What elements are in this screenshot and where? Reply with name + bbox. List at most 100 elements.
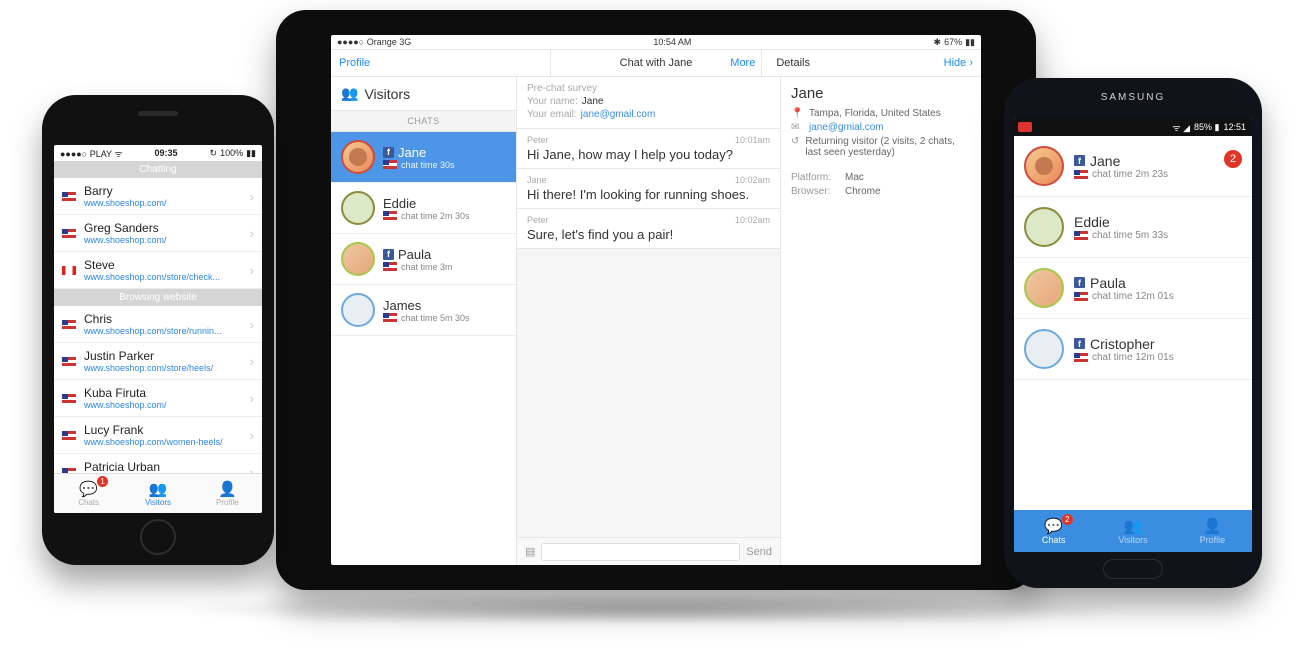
flag-icon <box>1074 353 1088 362</box>
hide-button[interactable]: Hide › <box>944 57 973 69</box>
android-tab-bar: 💬 2 Chats 👥 Visitors 👤 Profile <box>1014 510 1252 552</box>
message-from: Jane <box>527 175 547 185</box>
visitor-name: Lucy Frank <box>84 423 242 437</box>
visitors-title: Visitors <box>364 86 410 102</box>
flag-icon <box>62 229 76 238</box>
chevron-right-icon: › <box>250 391 254 406</box>
flag-icon <box>62 192 76 201</box>
visitor-url: www.shoeshop.com/store/runnin... <box>84 326 242 336</box>
message-input[interactable] <box>541 543 740 561</box>
visitor-row[interactable]: Justin Parker www.shoeshop.com/store/hee… <box>54 343 262 380</box>
message-input-bar: ▤ Send <box>517 537 780 565</box>
visitor-url: www.shoeshop.com/ <box>84 400 242 410</box>
chevron-right-icon: › <box>250 263 254 278</box>
facebook-icon: f <box>383 249 394 260</box>
profile-button[interactable]: Profile <box>339 57 370 69</box>
chevron-right-icon: › <box>250 317 254 332</box>
chat-subtitle: chat time 12m 01s <box>1074 352 1174 363</box>
visitor-row[interactable]: Patricia Urban www.shoeshop.com › <box>54 454 262 473</box>
tab-profile-label: Profile <box>216 498 239 507</box>
visitor-row[interactable]: Barry www.shoeshop.com/ › <box>54 178 262 215</box>
survey-name-value: Jane <box>582 96 604 107</box>
iphone-screen: ●●●●○ PLAY ᯤ 09:35 ↻ 100% ▮▮ Chatting Ba… <box>54 145 262 513</box>
chevron-right-icon: › <box>250 354 254 369</box>
visitor-name: Justin Parker <box>84 349 242 363</box>
chat-subtitle: chat time 2m 23s <box>1074 169 1168 180</box>
send-button[interactable]: Send <box>746 546 772 558</box>
avatar <box>1024 146 1064 186</box>
android-chat-list[interactable]: fJane chat time 2m 23s 2 Eddie chat time… <box>1014 136 1252 510</box>
facebook-icon: f <box>1074 155 1085 166</box>
chat-icon: 💬 <box>79 480 98 498</box>
profile-icon: 👤 <box>1203 517 1222 535</box>
iphone-list[interactable]: Chatting Barry www.shoeshop.com/ › Greg … <box>54 161 262 473</box>
flag-icon <box>62 468 76 474</box>
chat-item[interactable]: fCristopher chat time 12m 01s <box>1014 319 1252 380</box>
chat-item[interactable]: Eddie chat time 5m 33s <box>1014 197 1252 258</box>
visitor-row[interactable]: Steve www.shoeshop.com/store/check... › <box>54 252 262 289</box>
message-text: Hi Jane, how may I help you today? <box>527 145 770 162</box>
survey-email-value[interactable]: jane@gmail.com <box>581 109 656 120</box>
status-carrier: ●●●●○ PLAY ᯤ <box>60 147 123 160</box>
unread-badge: 2 <box>1224 150 1242 168</box>
tab-visitors-label: Visitors <box>1118 535 1147 545</box>
chat-name: James <box>383 298 506 313</box>
visitors-icon: 👥 <box>341 85 358 102</box>
tab-visitors-label: Visitors <box>145 498 171 507</box>
survey-name-label: Your name: <box>527 96 578 107</box>
chat-name: fJane <box>1074 153 1168 169</box>
message: Peter10:02am Sure, let's find you a pair… <box>517 209 780 249</box>
visitor-row[interactable]: Lucy Frank www.shoeshop.com/women-heels/… <box>54 417 262 454</box>
drop-shadow <box>30 596 1270 622</box>
tab-visitors[interactable]: 👥 Visitors <box>123 474 192 513</box>
facebook-icon: f <box>1074 277 1085 288</box>
visitor-name: Kuba Firuta <box>84 386 242 400</box>
visitor-url: www.shoeshop.com/ <box>84 198 242 208</box>
chat-item[interactable]: fPaula chat time 12m 01s <box>1014 258 1252 319</box>
platform-label: Platform: <box>791 172 839 183</box>
chat-subtitle: chat time 12m 01s <box>1074 291 1174 302</box>
chat-subtitle: chat time 5m 30s <box>383 313 506 323</box>
details-column: Jane 📍Tampa, Florida, United States ✉jan… <box>781 77 981 565</box>
detail-email[interactable]: jane@gmial.com <box>809 122 884 133</box>
more-button[interactable]: More <box>730 57 755 69</box>
avatar <box>1024 268 1064 308</box>
details-label: Details <box>776 57 810 69</box>
flag-icon <box>1074 292 1088 301</box>
attachment-icon[interactable]: ▤ <box>525 545 535 558</box>
chat-item[interactable]: Eddie chat time 2m 30s <box>331 183 516 234</box>
message-time: 10:02am <box>735 175 770 185</box>
tab-chats-label: Chats <box>78 498 99 507</box>
chat-name: fJane <box>383 145 506 160</box>
status-time: 12:51 <box>1223 122 1246 132</box>
tab-profile[interactable]: 👤 Profile <box>1173 510 1252 552</box>
flag-icon <box>62 431 76 440</box>
message: Jane10:02am Hi there! I'm looking for ru… <box>517 169 780 209</box>
chat-item[interactable]: fJane chat time 2m 23s 2 <box>1014 136 1252 197</box>
chat-item[interactable]: fJane chat time 30s <box>331 132 516 183</box>
browser-label: Browser: <box>791 186 839 197</box>
visitor-row[interactable]: Greg Sanders www.shoeshop.com/ › <box>54 215 262 252</box>
visitor-name: Patricia Urban <box>84 460 242 473</box>
tab-chats[interactable]: 💬 1 Chats <box>54 474 123 513</box>
survey-title: Pre-chat survey <box>527 83 770 94</box>
visitors-header: 👥 Visitors <box>331 77 516 110</box>
tablet-frame: ●●●●○ Orange 3G 10:54 AM ✱ 67% ▮▮ Profil… <box>276 10 1036 590</box>
message-text: Sure, let's find you a pair! <box>527 225 770 242</box>
chat-item[interactable]: fPaula chat time 3m <box>331 234 516 285</box>
visitor-row[interactable]: Chris www.shoeshop.com/store/runnin... › <box>54 306 262 343</box>
avatar <box>341 293 375 327</box>
tab-profile[interactable]: 👤 Profile <box>193 474 262 513</box>
chat-name: Eddie <box>383 196 506 211</box>
tab-chats[interactable]: 💬 2 Chats <box>1014 510 1093 552</box>
detail-returning: Returning visitor (2 visits, 2 chats, la… <box>805 136 971 158</box>
message-time: 10:02am <box>735 215 770 225</box>
avatar <box>341 140 375 174</box>
android-screen: ᯤ ◢ 85% ▮ 12:51 fJane chat time 2m 23s 2… <box>1014 118 1252 552</box>
detail-location: Tampa, Florida, United States <box>809 108 941 119</box>
chat-subtitle: chat time 30s <box>383 160 506 170</box>
chat-item[interactable]: James chat time 5m 30s <box>331 285 516 336</box>
iphone-frame: ●●●●○ PLAY ᯤ 09:35 ↻ 100% ▮▮ Chatting Ba… <box>42 95 274 565</box>
visitor-row[interactable]: Kuba Firuta www.shoeshop.com/ › <box>54 380 262 417</box>
tab-visitors[interactable]: 👥 Visitors <box>1093 510 1172 552</box>
